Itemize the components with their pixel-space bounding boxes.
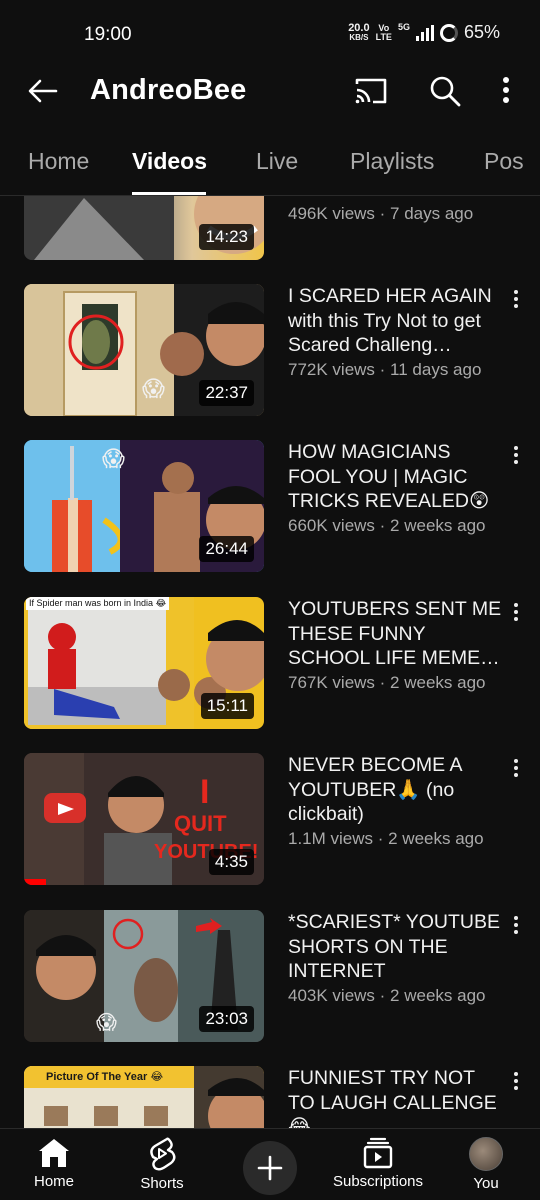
video-thumbnail[interactable]: Picture Of The Year 😂 (24, 1066, 264, 1128)
channel-title: AndreoBee (90, 74, 247, 106)
more-vert-icon[interactable] (510, 757, 522, 779)
more-vert-icon[interactable] (510, 914, 522, 936)
video-thumbnail[interactable]: 😱 22:37 (24, 284, 264, 416)
thumbnail-caption: I (200, 773, 210, 811)
video-item[interactable]: Picture Of The Year 😂 FUNNIEST TRY NOT T… (0, 1066, 540, 1128)
nav-label: You (473, 1175, 499, 1192)
video-duration: 14:23 (199, 224, 254, 250)
video-meta: 660K views · 2 weeks ago (288, 516, 486, 535)
video-item[interactable]: 14:23 496K views · 7 days ago (0, 196, 540, 262)
video-thumbnail[interactable]: 14:23 (24, 196, 264, 260)
signal-icon (415, 24, 434, 41)
video-duration: 26:44 (199, 536, 254, 562)
bottom-navigation: Home Shorts Subscriptions You (0, 1128, 540, 1200)
more-vert-icon[interactable] (510, 1070, 522, 1092)
more-vert-icon[interactable] (510, 601, 522, 623)
network-speed-value: 20.0 (348, 21, 370, 34)
more-vert-icon[interactable] (510, 288, 522, 310)
battery-icon (439, 23, 458, 42)
video-item[interactable]: 😱 23:03 *SCARIEST* YOUTUBE SHORTS ON THE… (0, 910, 540, 1044)
volte-indicator: Vo LTE (375, 23, 392, 42)
video-duration: 15:11 (200, 693, 254, 719)
video-duration: 23:03 (199, 1006, 254, 1032)
video-meta: 1.1M views · 2 weeks ago (288, 829, 484, 848)
video-title: YOUTUBERS SENT ME THESE FUNNY SCHOOL LIF… (288, 598, 502, 669)
nav-shorts[interactable]: Shorts (112, 1137, 212, 1192)
video-item[interactable]: If Spider man was born in India 😂 15:11 … (0, 597, 540, 731)
subscriptions-icon (363, 1137, 393, 1169)
nav-subscriptions[interactable]: Subscriptions (328, 1137, 428, 1190)
more-vert-icon (503, 77, 509, 103)
network-type: 5G (397, 22, 410, 32)
channel-tabs: Home Videos Live Playlists Pos (0, 134, 540, 196)
scared-emoji: 😱 (142, 376, 165, 401)
thumbnail-caption: Picture Of The Year 😂 (46, 1071, 164, 1083)
video-duration: 4:35 (208, 849, 254, 875)
network-speed-unit: KB/S (349, 32, 369, 42)
video-item[interactable]: 😱 22:37 I SCARED HER AGAIN with this Try… (0, 284, 540, 418)
thumbnail-caption: QUIT (174, 811, 227, 836)
video-meta: 772K views · 11 days ago (288, 360, 482, 379)
tab-home[interactable]: Home (28, 148, 89, 175)
video-item[interactable]: I QUIT YOUTUBE! 4:35 NEVER BECOME A YOUT… (0, 753, 540, 887)
video-meta: 403K views · 2 weeks ago (288, 986, 486, 1005)
video-thumbnail[interactable]: I QUIT YOUTUBE! 4:35 (24, 753, 264, 885)
video-thumbnail[interactable]: 😱 23:03 (24, 910, 264, 1042)
video-title: FUNNIEST TRY NOT TO LAUGH CALLENGE 😂 (288, 1067, 497, 1128)
tab-live[interactable]: Live (256, 148, 298, 175)
scared-emoji: 😱 (102, 446, 125, 471)
app-bar: AndreoBee (0, 64, 540, 120)
video-meta: 767K views · 2 weeks ago (288, 673, 486, 692)
video-thumbnail[interactable]: 😱 26:44 (24, 440, 264, 572)
shorts-icon (150, 1137, 176, 1171)
tab-playlists[interactable]: Playlists (350, 148, 434, 175)
search-button[interactable] (428, 74, 462, 108)
video-thumbnail[interactable]: If Spider man was born in India 😂 15:11 (24, 597, 264, 729)
video-meta: 496K views · 7 days ago (288, 204, 474, 223)
video-title: *SCARIEST* YOUTUBE SHORTS ON THE INTERNE… (288, 911, 501, 982)
create-plus-icon (257, 1155, 283, 1181)
search-icon (430, 76, 461, 107)
avatar (469, 1137, 503, 1171)
volte-bottom: LTE (375, 31, 392, 42)
video-item[interactable]: 😱 26:44 HOW MAGICIANS FOOL YOU | MAGIC T… (0, 440, 540, 574)
battery-percent: 65% (463, 22, 500, 42)
video-title: NEVER BECOME A YOUTUBER🙏 (no clickbait) (288, 754, 462, 825)
more-options-button[interactable] (494, 74, 518, 108)
more-vert-icon[interactable] (510, 444, 522, 466)
cast-button[interactable] (353, 76, 389, 110)
video-duration: 22:37 (199, 380, 254, 406)
arrow-left-icon (28, 79, 58, 103)
create-button[interactable] (243, 1141, 297, 1195)
status-bar: 19:00 20.0 KB/S Vo LTE 5G 65% (0, 0, 540, 64)
nav-label: Home (33, 1173, 74, 1190)
cast-icon (355, 78, 387, 104)
video-title: HOW MAGICIANS FOOL YOU | MAGIC TRICKS RE… (288, 441, 490, 512)
nav-home[interactable]: Home (4, 1137, 104, 1190)
network-speed: 20.0 KB/S (348, 21, 370, 43)
nav-label: Shorts (140, 1175, 184, 1192)
back-button[interactable] (26, 74, 60, 108)
nav-label: Subscriptions (332, 1173, 424, 1190)
thumbnail-caption: If Spider man was born in India 😂 (26, 597, 170, 610)
video-title: I SCARED HER AGAIN with this Try Not to … (288, 285, 492, 356)
status-time: 19:00 (84, 24, 132, 45)
nav-you[interactable]: You (436, 1137, 536, 1192)
scared-emoji: 😱 (96, 1012, 117, 1034)
tab-videos[interactable]: Videos (132, 148, 207, 175)
status-icons: 20.0 KB/S Vo LTE 5G 65% (348, 22, 500, 43)
tab-posts[interactable]: Pos (484, 148, 524, 175)
home-icon (39, 1139, 69, 1167)
active-tab-indicator (132, 192, 206, 195)
